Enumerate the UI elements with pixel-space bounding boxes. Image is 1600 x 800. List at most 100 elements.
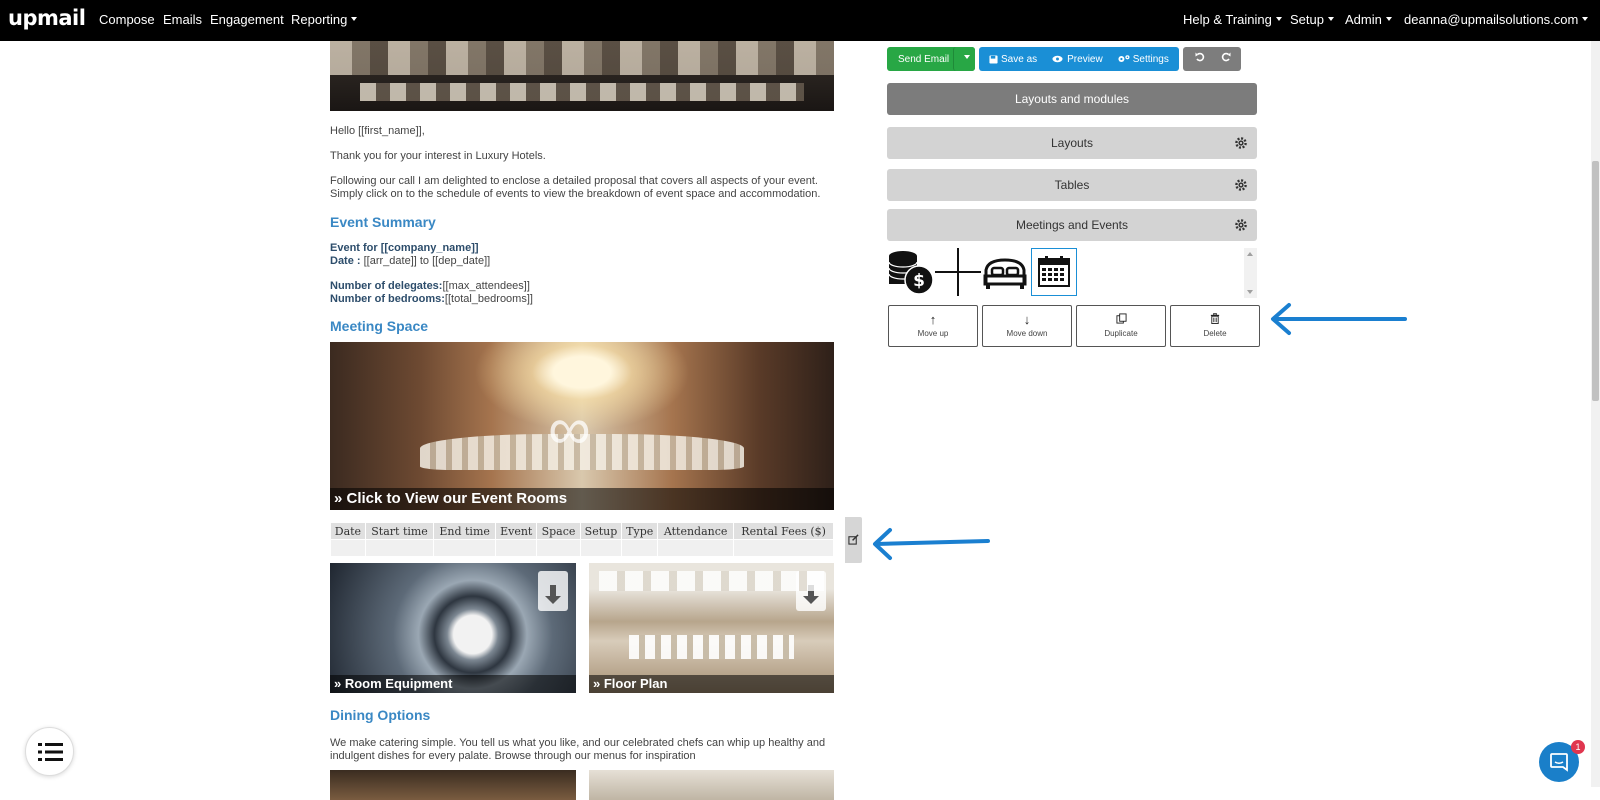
nav-reporting-label: Reporting xyxy=(291,12,348,27)
nav-help-training-dropdown[interactable]: Help & Training xyxy=(1183,12,1282,27)
accordion-layouts-label: Layouts xyxy=(1050,136,1094,150)
move-down-button[interactable]: ↓ Move down xyxy=(982,305,1072,347)
delete-label: Delete xyxy=(1203,329,1227,338)
nav-user-dropdown[interactable]: deanna@upmailsolutions.com xyxy=(1404,12,1588,27)
save-icon xyxy=(989,54,998,64)
link-icon: ∞ xyxy=(548,395,591,462)
following-text-line1: Following our call I am delighted to enc… xyxy=(330,175,818,187)
dining-text-line1: We make catering simple. You tell us wha… xyxy=(330,737,826,749)
preview-button[interactable]: Preview xyxy=(1052,54,1103,65)
undo-icon xyxy=(1195,52,1205,62)
trash-icon xyxy=(1171,313,1259,326)
event-for-line: Event for [[company_name]] xyxy=(330,242,479,255)
bedrooms-line: Number of bedrooms:[[total_bedrooms]] xyxy=(330,293,533,306)
nav-emails[interactable]: Emails xyxy=(163,12,202,27)
gear-icon[interactable] xyxy=(1235,179,1247,191)
table-row xyxy=(330,539,834,557)
redo-button[interactable] xyxy=(1221,51,1231,66)
duplicate-button[interactable]: Duplicate xyxy=(1076,305,1166,347)
room-equipment-image-link[interactable]: » Room Equipment xyxy=(330,563,576,693)
move-up-label: Move up xyxy=(917,329,949,338)
col-type: Type xyxy=(621,522,659,540)
nav-engagement[interactable]: Engagement xyxy=(210,12,284,27)
accordion-tables[interactable]: Tables xyxy=(887,169,1257,201)
calendar-icon xyxy=(1038,256,1070,287)
plus-icon xyxy=(935,248,981,296)
event-for-label: Event for [[company_name]] xyxy=(330,242,479,254)
nav-help-label: Help & Training xyxy=(1183,12,1272,27)
send-email-dropdown-toggle[interactable] xyxy=(953,47,975,71)
nav-admin-dropdown[interactable]: Admin xyxy=(1345,12,1392,27)
floor-plan-caption: » Floor Plan xyxy=(589,675,834,693)
move-down-label: Move down xyxy=(1006,329,1048,338)
delegates-value: [[max_attendees]] xyxy=(442,280,530,292)
page-scrollbar[interactable] xyxy=(1591,41,1600,787)
redo-icon xyxy=(1221,52,1231,62)
nav-setup-dropdown[interactable]: Setup xyxy=(1290,12,1334,27)
editor-actions-group: Save as Preview Settings xyxy=(979,47,1179,71)
col-date: Date xyxy=(330,522,366,540)
nav-admin-label: Admin xyxy=(1345,12,1382,27)
edit-module-button[interactable] xyxy=(845,517,862,563)
top-navbar: upmail Compose Emails Engagement Reporti… xyxy=(0,0,1600,41)
delegates-line: Number of delegates:[[max_attendees]] xyxy=(330,280,530,293)
accordion-meetings-and-events[interactable]: Meetings and Events xyxy=(887,209,1257,241)
date-line: Date : [[arr_date]] to [[dep_date]] xyxy=(330,255,490,268)
coins-dollar-icon: $ xyxy=(888,251,934,295)
layouts-and-modules-title: Layouts and modules xyxy=(1014,92,1130,106)
save-as-button[interactable]: Save as xyxy=(989,54,1037,65)
undo-button[interactable] xyxy=(1195,51,1205,66)
download-icon xyxy=(538,571,568,611)
event-rooms-image-link[interactable]: ∞ » Click to View our Event Rooms xyxy=(330,342,834,510)
gear-icon[interactable] xyxy=(1235,137,1247,149)
page-scrollbar-thumb[interactable] xyxy=(1592,161,1599,401)
annotation-arrow-left xyxy=(1271,303,1407,335)
upmail-logo[interactable]: upmail xyxy=(8,6,86,30)
accordion-layouts[interactable]: Layouts xyxy=(887,127,1257,159)
col-setup: Setup xyxy=(579,522,623,540)
move-up-button[interactable]: ↑ Move up xyxy=(888,305,978,347)
send-email-label: Send Email xyxy=(898,53,950,65)
settings-button[interactable]: Settings xyxy=(1118,54,1169,65)
dining-options-heading: Dining Options xyxy=(330,707,431,723)
schedule-table[interactable]: Date Start time End time Event Space Set… xyxy=(330,522,834,557)
arrow-down-icon: ↓ xyxy=(1023,312,1031,327)
scroll-down-arrow-icon[interactable] xyxy=(1247,290,1253,294)
layouts-and-modules-header: Layouts and modules xyxy=(887,83,1257,115)
download-icon xyxy=(796,571,826,611)
accordion-tables-label: Tables xyxy=(1054,178,1090,192)
scroll-up-arrow-icon[interactable] xyxy=(1247,252,1253,256)
module-schedule-of-events[interactable] xyxy=(1031,248,1077,296)
table-of-contents-button[interactable] xyxy=(25,727,74,776)
arrow-up-icon: ↑ xyxy=(929,312,937,327)
gear-icon[interactable] xyxy=(1235,219,1247,231)
nav-compose[interactable]: Compose xyxy=(99,12,155,27)
col-rental-fees: Rental Fees ($) xyxy=(733,522,834,540)
accordion-meetings-label: Meetings and Events xyxy=(1015,218,1129,232)
schedule-header-row: Date Start time End time Event Space Set… xyxy=(330,522,834,540)
dining-text-line2: indulgent dishes for every palate. Brows… xyxy=(330,750,696,762)
dining-image-left[interactable] xyxy=(330,770,576,800)
nav-user-email: deanna@upmailsolutions.com xyxy=(1404,12,1579,27)
floor-plan-image-link[interactable]: » Floor Plan xyxy=(589,563,834,693)
event-summary-heading: Event Summary xyxy=(330,214,436,230)
module-tray-scrollbar[interactable] xyxy=(1244,248,1257,298)
bed-icon xyxy=(983,258,1027,289)
eye-icon xyxy=(1052,55,1063,63)
nav-reporting-dropdown[interactable]: Reporting xyxy=(291,12,357,27)
module-accommodation[interactable] xyxy=(982,248,1028,296)
annotation-arrow-left xyxy=(873,528,990,560)
delete-button[interactable]: Delete xyxy=(1170,305,1260,347)
gears-icon xyxy=(1118,55,1130,62)
banner-image[interactable] xyxy=(330,41,834,111)
duplicate-label: Duplicate xyxy=(1104,329,1138,338)
dining-image-right[interactable] xyxy=(589,770,834,800)
module-divider-cross[interactable] xyxy=(935,248,981,296)
history-group xyxy=(1183,47,1241,71)
meeting-space-heading: Meeting Space xyxy=(330,318,429,334)
bedrooms-value: [[total_bedrooms]] xyxy=(444,293,533,305)
bedrooms-label: Number of bedrooms: xyxy=(330,293,445,305)
module-rental-fees[interactable]: $ xyxy=(887,248,934,296)
room-equipment-caption: » Room Equipment xyxy=(330,675,576,693)
col-end-time: End time xyxy=(433,522,496,540)
